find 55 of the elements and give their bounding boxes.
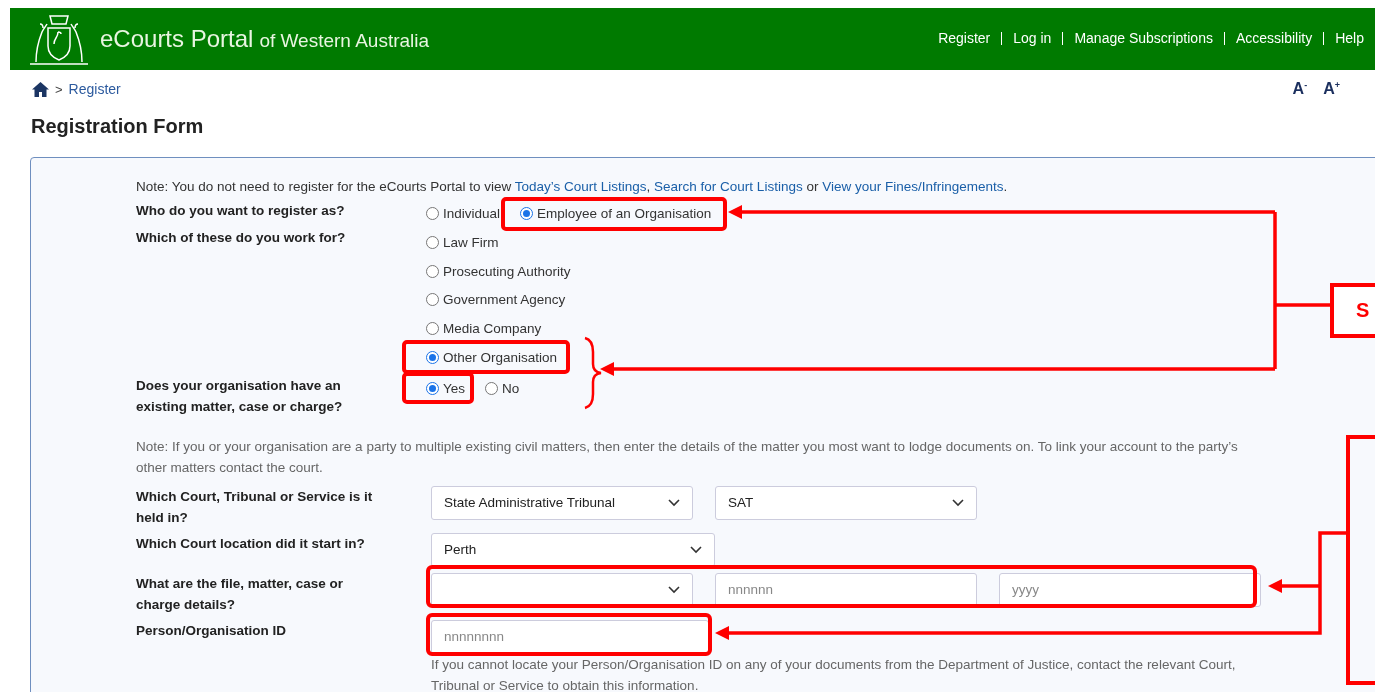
help-text: If you cannot locate your Person/Organisation ID on any of your documents from the Department of Justice, contact the relevant Court, Tribunal or Service to obtain this information.: [431, 655, 1237, 692]
question-label: Which Court, Tribunal or Service is it held in?: [136, 487, 374, 527]
radio-button[interactable]: [426, 236, 439, 250]
callout-label: S: [1330, 283, 1375, 338]
page-title: Registration Form: [30, 114, 205, 139]
question-label: Does your organisation have an existing matter, case or charge?: [136, 376, 344, 416]
radio-button[interactable]: [485, 381, 499, 395]
radio-button[interactable]: [520, 207, 534, 220]
nav-link[interactable]: Manage Subscriptions: [1062, 31, 1224, 45]
radio-option[interactable]: Government Agency: [426, 284, 566, 313]
font-size-button[interactable]: A$^{+}$: [1323, 79, 1340, 99]
portal-title: eCourts Portal of Western Australia: [100, 25, 430, 53]
radio-option[interactable]: Individual: [426, 200, 501, 227]
radio-button[interactable]: [426, 381, 439, 395]
chevron-down-icon: [668, 498, 680, 507]
font-size-button[interactable]: A$^{-}$: [1292, 79, 1308, 99]
radio-button[interactable]: [426, 350, 439, 364]
nav-link[interactable]: Log in: [1001, 31, 1063, 45]
nav-link[interactable]: Accessibility: [1223, 31, 1324, 45]
input-field[interactable]: yyyy: [999, 572, 1261, 607]
matter-note: Note: If you or your organisation are a party to multiple existing civil matters, then enter the details of the matter you most want to lodge documents on. To link your account to the party’s other matters contact the court.: [136, 437, 1239, 477]
note-link[interactable]: View your Fines/Infringements: [822, 179, 1004, 194]
radio-option[interactable]: Law Firm: [426, 227, 499, 256]
note-link[interactable]: Search for Court Listings: [654, 179, 803, 194]
breadcrumb-link[interactable]: Register: [68, 81, 121, 97]
chevron-down-icon: [690, 545, 702, 554]
question-label: Who do you want to register as?: [136, 202, 346, 220]
note-link[interactable]: Today’s Court Listings: [514, 179, 647, 194]
radio-option[interactable]: Prosecuting Authority: [426, 255, 571, 285]
nav-link[interactable]: Register: [927, 31, 1002, 45]
home-icon[interactable]: [32, 81, 49, 97]
question-label: Which of these do you work for?: [136, 229, 347, 247]
breadcrumb-separator: >: [55, 81, 63, 97]
input-field[interactable]: nnnnnnnn: [431, 619, 709, 654]
radio-option[interactable]: Other Organisation: [426, 341, 558, 370]
radio-button[interactable]: [426, 293, 439, 307]
question-label: Which Court location did it start in?: [136, 534, 366, 553]
radio-option[interactable]: Media Company: [426, 312, 542, 342]
select-field[interactable]: Perth: [431, 532, 715, 567]
chevron-down-icon: [952, 498, 964, 507]
registration-note: Note: You do not need to register for the eCourts Portal to view Today’s Court Listings, Search for Court Listings or View your Fines/Infringements.: [136, 178, 1009, 196]
select-field[interactable]: State Administrative Tribunal: [431, 485, 693, 520]
select-field[interactable]: SAT: [715, 485, 977, 520]
question-label: What are the file, matter, case or charge details?: [136, 574, 345, 614]
input-field[interactable]: nnnnnn: [715, 572, 977, 607]
question-label: Person/Organisation ID: [136, 621, 288, 640]
select-field[interactable]: [431, 572, 693, 607]
nav-link[interactable]: Help: [1323, 31, 1375, 45]
radio-option[interactable]: Employee of an Organisation: [520, 200, 712, 227]
radio-button[interactable]: [426, 322, 439, 336]
radio-option[interactable]: No: [485, 374, 520, 402]
radio-button[interactable]: [426, 264, 439, 278]
chevron-down-icon: [668, 585, 680, 594]
radio-button[interactable]: [426, 207, 439, 220]
radio-option[interactable]: Yes: [426, 374, 466, 402]
